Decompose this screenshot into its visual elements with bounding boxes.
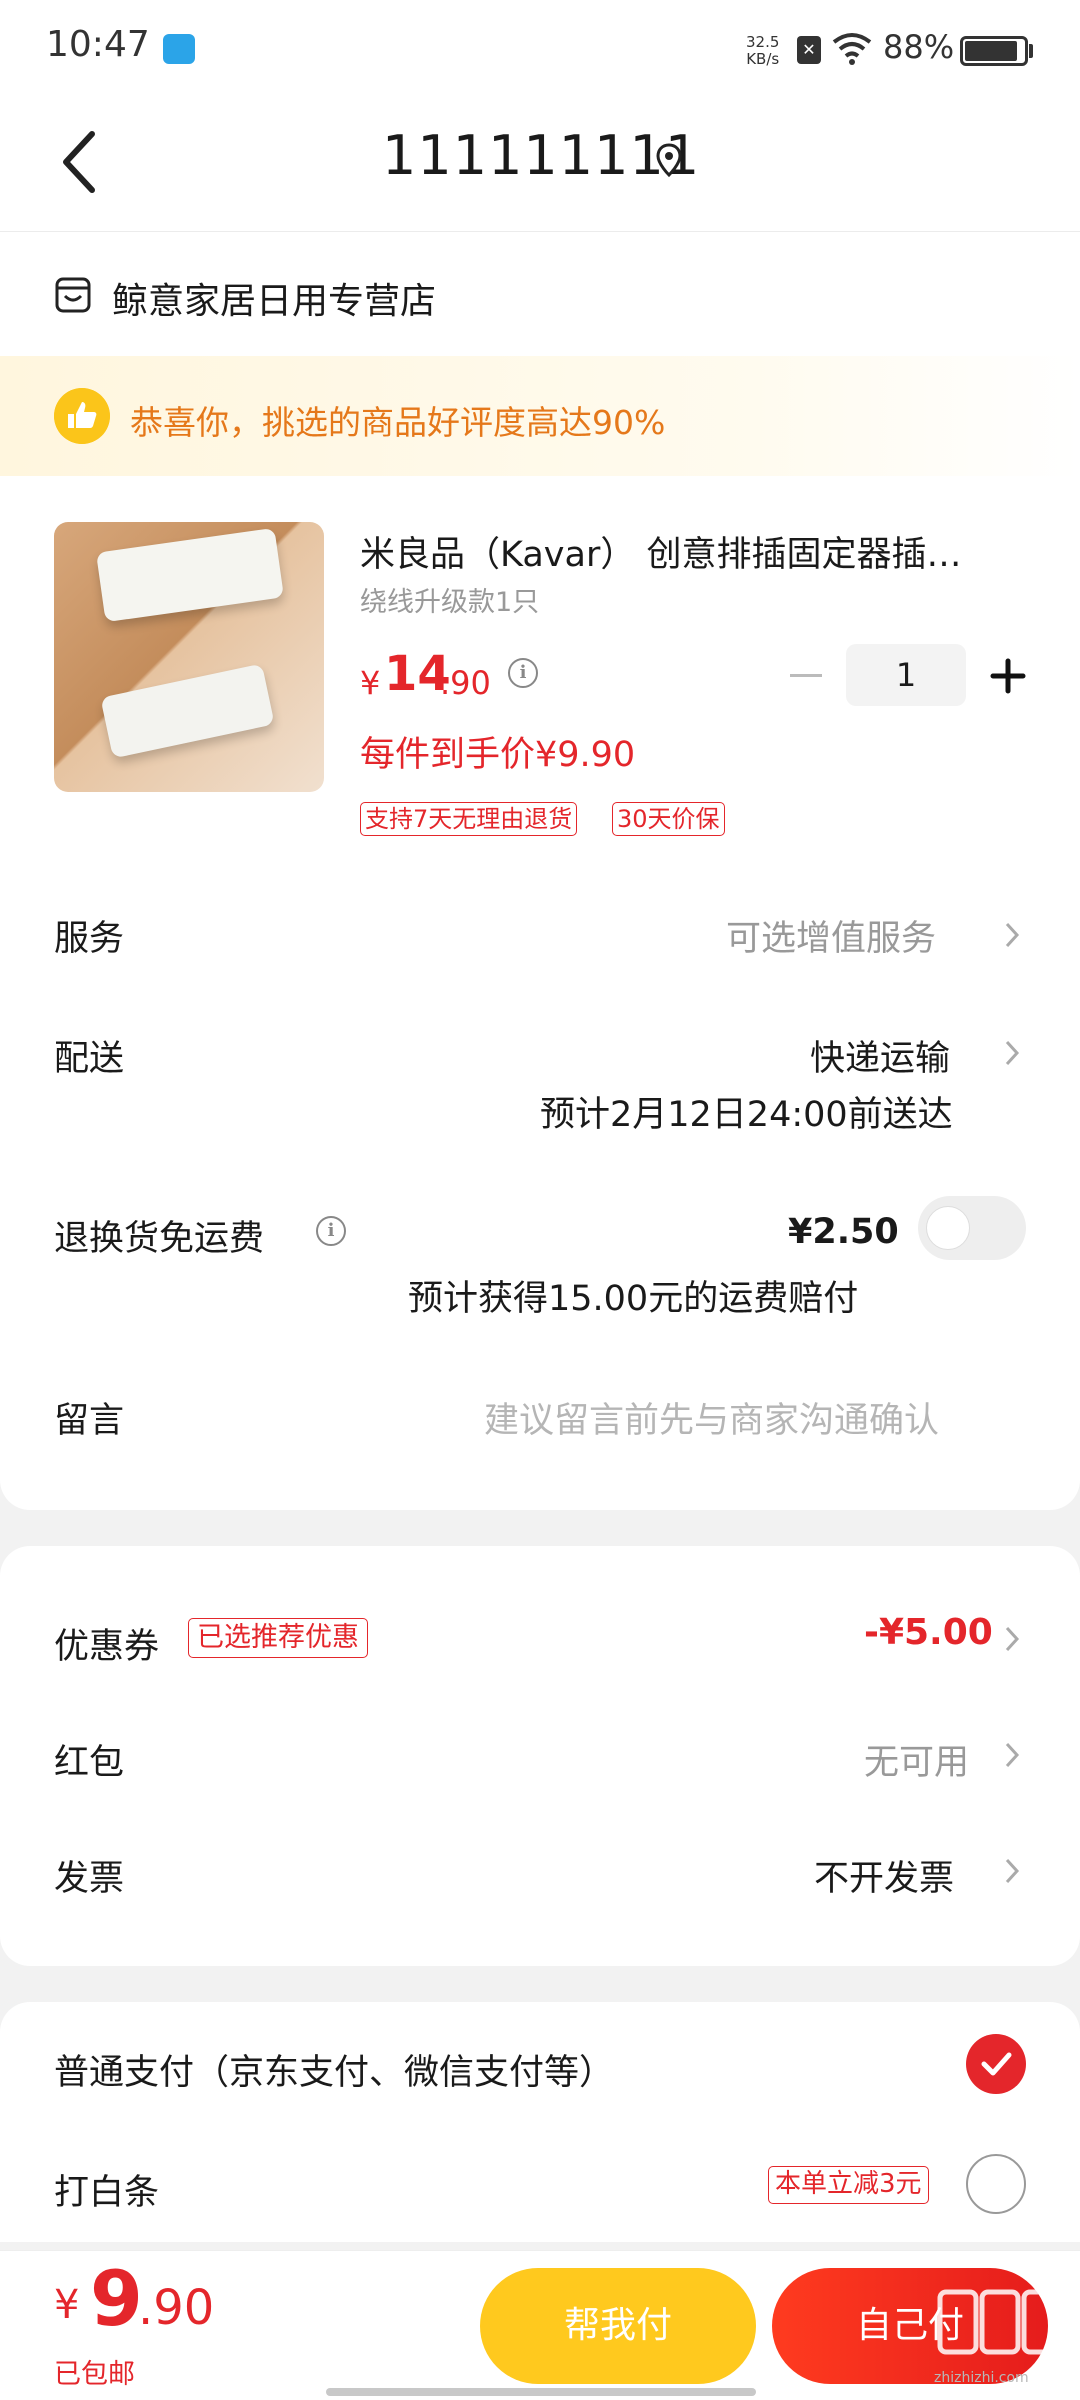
baitiao-tag: 本单立减3元 <box>768 2166 929 2204</box>
baitiao-label[interactable]: 打白条 <box>54 2164 159 2215</box>
battery-tip <box>1029 44 1033 58</box>
help-pay-button[interactable]: 帮我付 <box>480 2268 756 2384</box>
product-variant: 绕线升级款1只 <box>360 587 540 618</box>
store-icon <box>55 277 91 313</box>
praise-text: 恭喜你，挑选的商品好评度高达90% <box>130 403 666 442</box>
price-info-icon[interactable]: i <box>508 658 538 688</box>
quantity-field[interactable]: 1 <box>846 644 966 706</box>
network-speed-unit: KB/s <box>746 50 780 68</box>
sim-off-icon: ✕ <box>797 36 821 64</box>
baitiao-radio[interactable] <box>966 2154 1026 2214</box>
red-packet-label: 红包 <box>54 1743 125 1783</box>
thumbs-up-icon <box>54 388 110 444</box>
location-pin-icon[interactable] <box>654 142 684 178</box>
chevron-right-icon[interactable] <box>1003 1038 1021 1068</box>
invoice-value[interactable]: 不开发票 <box>814 1850 954 1901</box>
delivery-value[interactable]: 快递运输 <box>810 1030 950 1081</box>
watermark-logo <box>937 2289 1063 2355</box>
home-indicator[interactable] <box>326 2388 756 2396</box>
status-time: 10:47 <box>46 24 150 65</box>
price-decimal: .90 <box>440 664 491 702</box>
plus-icon[interactable] <box>990 658 1026 694</box>
chevron-right-icon[interactable] <box>1003 1624 1021 1654</box>
price-symbol: ¥ <box>360 664 381 702</box>
coupon-tag: 已选推荐优惠 <box>188 1618 368 1658</box>
network-speed: 32.5 KB/s <box>746 34 779 68</box>
tag-7day-return: 支持7天无理由退货 <box>360 802 578 836</box>
return-info-icon[interactable]: i <box>316 1216 346 1246</box>
network-speed-value: 32.5 <box>746 33 780 51</box>
battery-level <box>965 41 1017 61</box>
watermark-text: zhizhizhi.com <box>934 2370 1029 2386</box>
tag-30day-price: 30天价保 <box>612 802 725 836</box>
app-notification-icon <box>163 34 195 64</box>
total-integer: 9 <box>90 2254 143 2343</box>
total-decimal: .90 <box>138 2280 215 2336</box>
normal-pay-label[interactable]: 普通支付（京东支付、微信支付等） <box>54 2044 614 2095</box>
service-value[interactable]: 可选增值服务 <box>726 910 936 961</box>
message-input[interactable]: 建议留言前先与商家沟通确认 <box>484 1392 939 1443</box>
free-shipping-label: 已包邮 <box>54 2359 135 2390</box>
product-title[interactable]: 米良品（Kavar） 创意排插固定器插… <box>360 526 1030 577</box>
total-symbol: ¥ <box>54 2282 80 2328</box>
back-arrow-icon[interactable] <box>54 126 114 198</box>
invoice-label: 发票 <box>54 1859 125 1899</box>
return-shipping-label: 退换货免运费 <box>54 1219 265 1259</box>
chevron-right-icon[interactable] <box>1003 920 1021 950</box>
service-label: 服务 <box>54 919 125 959</box>
battery-percent: 88% <box>883 28 955 66</box>
checkmark-icon <box>981 2052 1012 2076</box>
coupon-value[interactable]: -¥5.00 <box>864 1612 993 1653</box>
wifi-icon <box>832 33 872 65</box>
red-packet-value[interactable]: 无可用 <box>864 1734 969 1785</box>
toggle-knob <box>926 1206 970 1250</box>
each-price: 每件到手价¥9.90 <box>360 735 636 775</box>
chevron-right-icon[interactable] <box>1003 1740 1021 1770</box>
payment-card <box>0 2002 1080 2242</box>
delivery-eta: 预计2月12日24:00前送达 <box>540 1095 953 1135</box>
coupon-label: 优惠券 <box>54 1627 160 1667</box>
return-shipping-note: 预计获得15.00元的运费赔付 <box>408 1279 859 1319</box>
message-label: 留言 <box>54 1401 125 1441</box>
delivery-label: 配送 <box>54 1039 125 1079</box>
minus-icon[interactable] <box>790 674 822 677</box>
chevron-right-icon[interactable] <box>1003 1856 1021 1886</box>
page-title: 111111111 <box>382 124 701 187</box>
return-shipping-price: ¥2.50 <box>788 1212 899 1252</box>
store-name[interactable]: 鲸意家居日用专营店 <box>112 272 436 324</box>
